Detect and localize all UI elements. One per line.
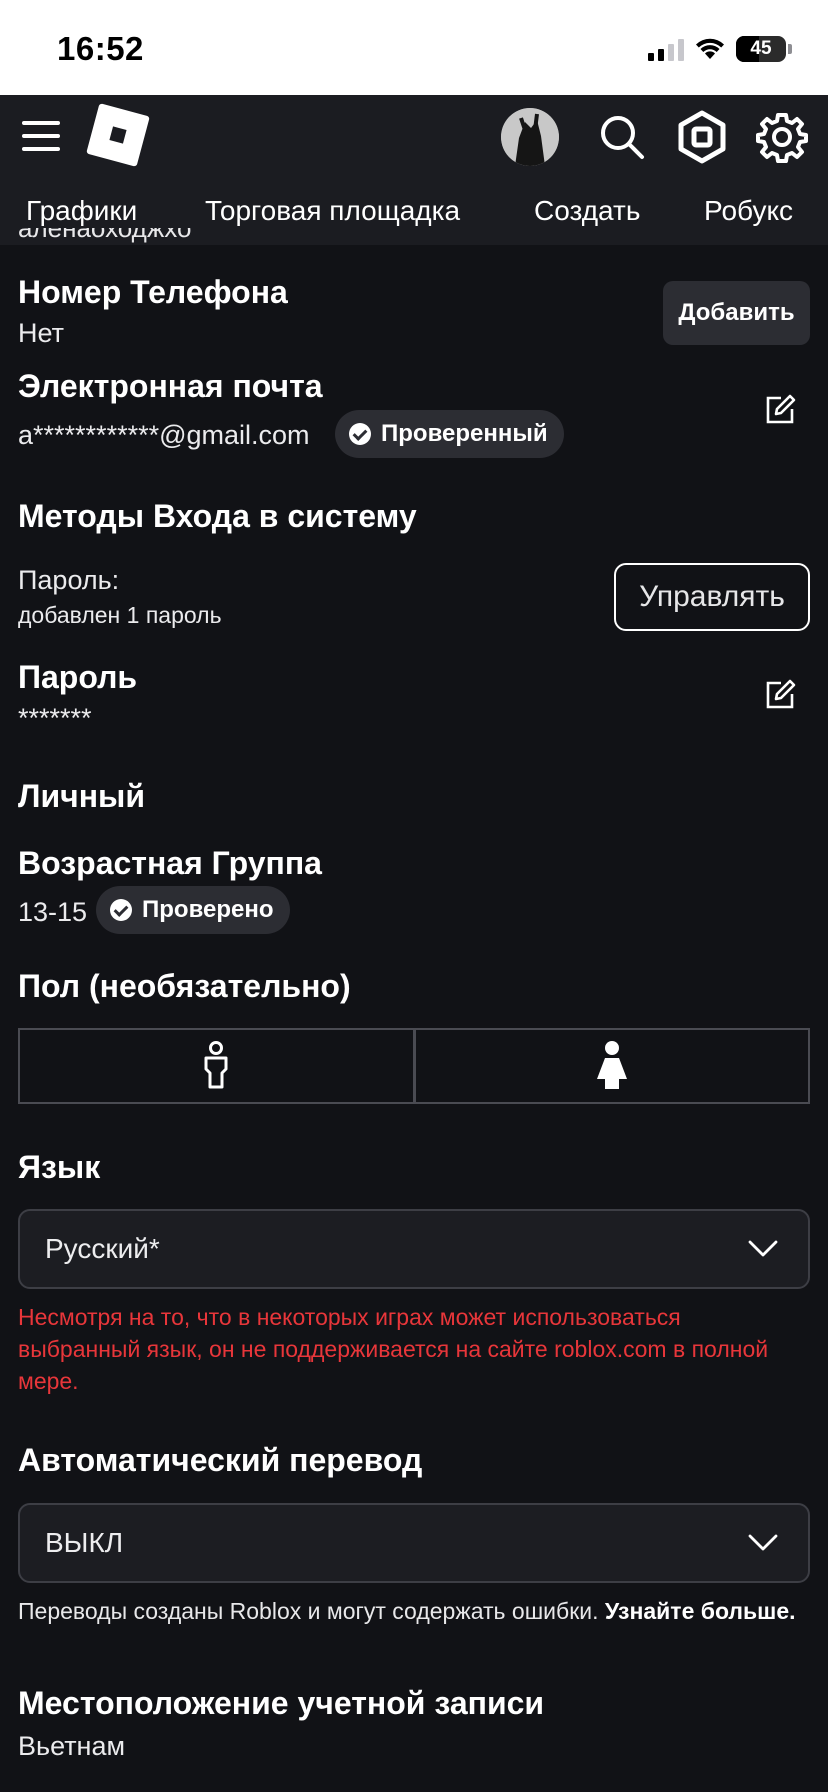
status-time: 16:52 bbox=[57, 30, 144, 67]
auto-translate-select[interactable]: ВЫКЛ bbox=[18, 1503, 810, 1583]
age-group-value: 13-15 bbox=[18, 897, 88, 927]
location-title: Местоположение учетной записи bbox=[18, 1685, 545, 1721]
edit-password-icon[interactable] bbox=[763, 678, 797, 712]
check-circle-icon bbox=[349, 423, 371, 445]
manage-button[interactable]: Управлять bbox=[614, 563, 810, 631]
language-select[interactable]: Русский* bbox=[18, 1209, 810, 1289]
personal-section-title: Личный bbox=[18, 778, 146, 814]
password-count: добавлен 1 пароль bbox=[18, 602, 222, 628]
battery-tip bbox=[788, 44, 792, 54]
tab-robux[interactable]: Робукс bbox=[704, 195, 793, 227]
edit-email-icon[interactable] bbox=[763, 393, 797, 427]
tab-marketplace[interactable]: Торговая площадка bbox=[205, 195, 460, 227]
add-phone-button[interactable]: Добавить bbox=[663, 281, 810, 345]
tab-charts[interactable]: Графики bbox=[26, 195, 137, 227]
chevron-down-icon bbox=[748, 1240, 778, 1257]
language-selected: Русский* bbox=[45, 1233, 160, 1264]
gender-female-button[interactable] bbox=[414, 1028, 810, 1104]
age-group-title: Возрастная Группа bbox=[18, 845, 322, 881]
password-title: Пароль bbox=[18, 659, 138, 695]
email-value: a************@gmail.com bbox=[18, 420, 310, 450]
email-title: Электронная почта bbox=[18, 368, 323, 404]
email-verified-label: Проверенный bbox=[381, 420, 548, 447]
password-label: Пароль: bbox=[18, 565, 120, 595]
check-circle-icon bbox=[110, 899, 132, 921]
gender-selector bbox=[18, 1028, 810, 1104]
age-verified-badge: Проверено bbox=[96, 886, 290, 934]
language-title: Язык bbox=[18, 1149, 101, 1185]
wifi-icon bbox=[696, 38, 724, 59]
status-indicators: 45 bbox=[648, 34, 792, 64]
avatar-image bbox=[501, 108, 559, 166]
learn-more-link[interactable]: Узнайте больше. bbox=[605, 1598, 796, 1624]
male-icon bbox=[204, 1041, 228, 1089]
gender-male-button[interactable] bbox=[18, 1028, 415, 1104]
translation-note: Переводы созданы Roblox и могут содержат… bbox=[18, 1595, 808, 1627]
avatar[interactable] bbox=[501, 108, 559, 166]
gender-title: Пол (необязательно) bbox=[18, 968, 351, 1004]
menu-icon[interactable] bbox=[22, 121, 60, 151]
search-icon[interactable] bbox=[594, 109, 650, 165]
battery-level: 45 bbox=[750, 38, 772, 59]
location-value: Вьетнам bbox=[18, 1731, 126, 1761]
password-value: ******* bbox=[18, 703, 92, 733]
status-bar: 16:52 45 bbox=[0, 0, 828, 95]
auto-translate-selected: ВЫКЛ bbox=[45, 1527, 124, 1558]
gear-icon[interactable] bbox=[754, 109, 810, 165]
top-navigation: Графики Торговая площадка Создать Робукс bbox=[0, 95, 828, 245]
roblox-logo[interactable] bbox=[86, 103, 150, 167]
auto-translate-title: Автоматический перевод bbox=[18, 1442, 423, 1478]
language-warning: Несмотря на то, что в некоторых играх мо… bbox=[18, 1304, 769, 1394]
email-verified-badge: Проверенный bbox=[335, 410, 564, 458]
battery-icon: 45 bbox=[736, 36, 786, 62]
username-cutoff-text: аленаоходжхо bbox=[18, 228, 192, 243]
age-verified-label: Проверено bbox=[142, 896, 274, 923]
phone-title: Номер Телефона bbox=[18, 274, 288, 310]
phone-value: Нет bbox=[18, 318, 64, 348]
robux-icon[interactable] bbox=[674, 109, 730, 165]
chevron-down-icon bbox=[748, 1534, 778, 1551]
female-icon bbox=[596, 1041, 627, 1089]
cellular-signal-icon bbox=[648, 37, 684, 61]
tab-create[interactable]: Создать bbox=[534, 195, 640, 227]
translation-note-text: Переводы созданы Roblox и могут содержат… bbox=[18, 1598, 599, 1624]
login-methods-title: Методы Входа в систему bbox=[18, 498, 417, 534]
